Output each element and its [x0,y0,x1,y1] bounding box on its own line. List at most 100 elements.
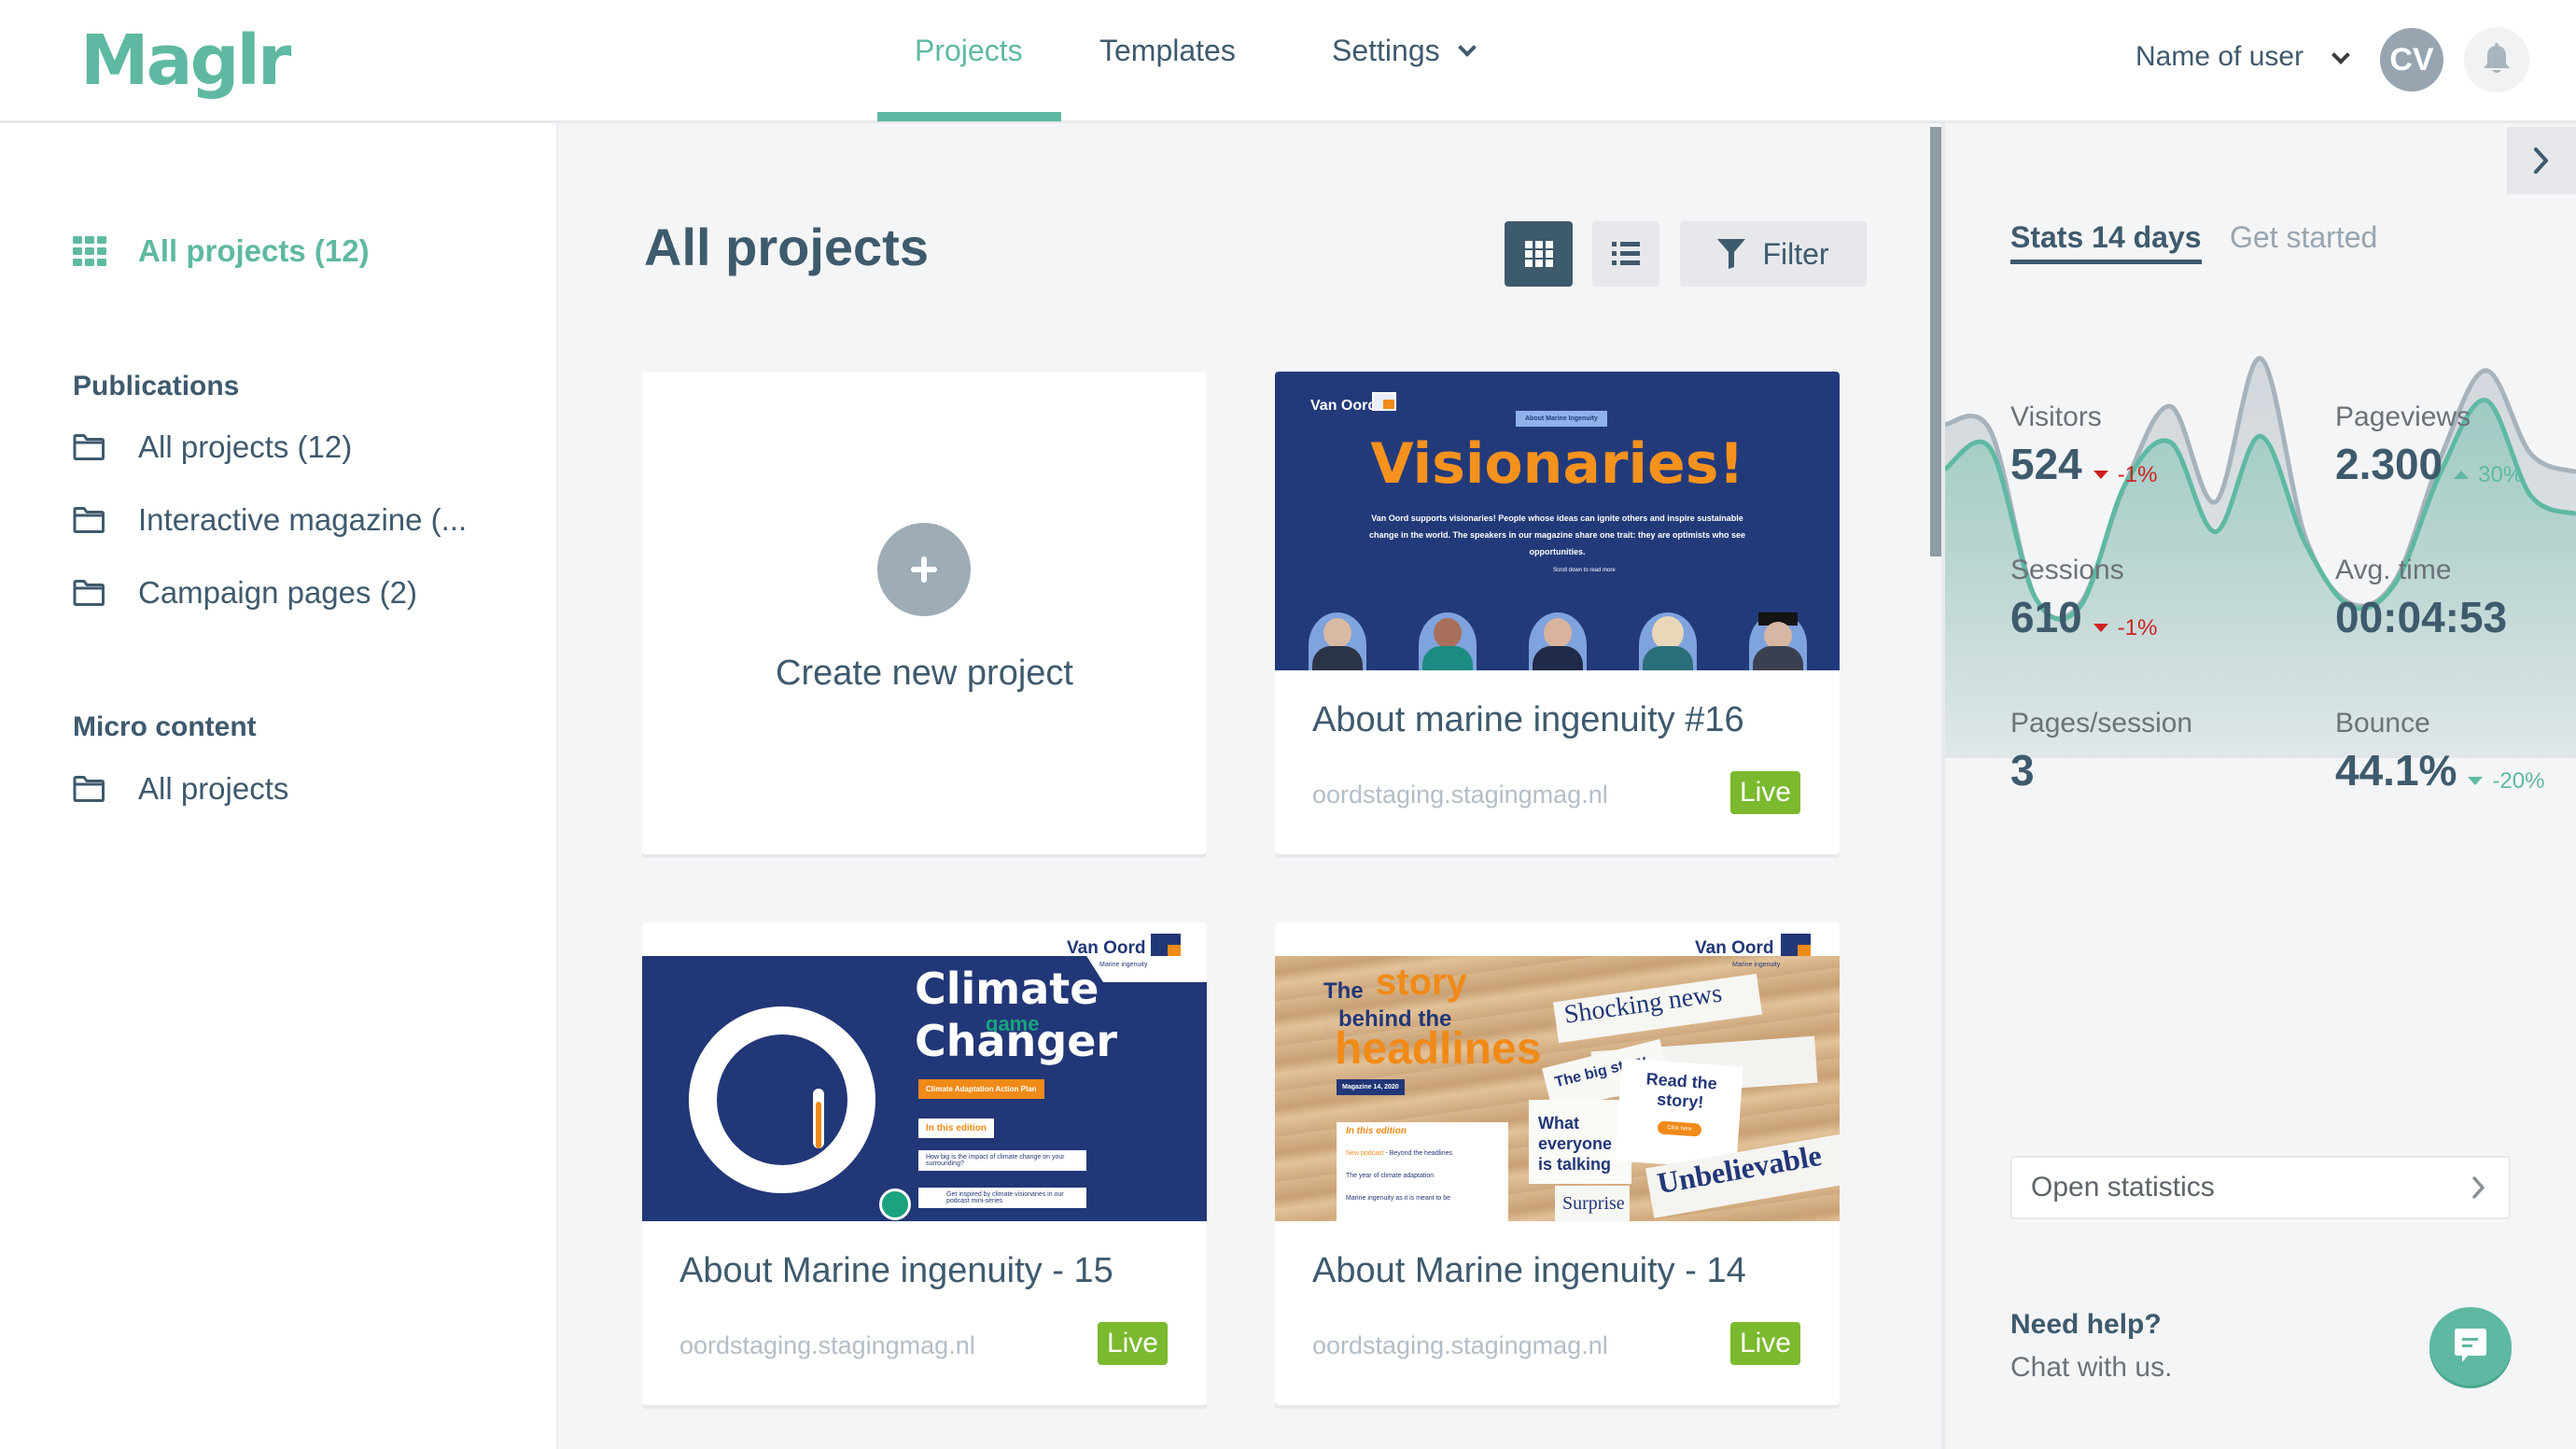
thumb-tag: Climate Adaptation Action Plan [918,1079,1044,1099]
notifications-button[interactable] [2464,27,2529,92]
stat-change: -1% [2093,461,2158,488]
project-card[interactable]: Van Oord Marine ingenuity The story behi… [1275,922,1840,1405]
stat-avg-time: Avg. time 00:04:53 [2335,555,2507,642]
thumb-headline: Visionaries! [1370,431,1744,497]
section-heading-micro-content: Micro content [73,711,257,742]
stat-change-value: 30% [2478,461,2524,487]
chart-point [2485,370,2486,372]
avatar[interactable]: CV [2380,28,2443,91]
project-title[interactable]: About Marine ingenuity - 15 [679,1251,1113,1291]
sidebar-item-all-projects[interactable]: All projects (12) [73,233,370,269]
speaker-photo [1529,612,1587,670]
project-url[interactable]: oordstaging.stagingmag.nl [1312,781,1608,809]
chart-point [1989,429,1991,431]
chart-point [2215,501,2217,503]
stat-value: 00:04:53 [2335,593,2508,641]
grid-view-button[interactable] [1505,221,1573,287]
chat-button[interactable] [2429,1307,2512,1386]
stat-value: 610 [2010,593,2082,641]
sidebar-item-publications-all[interactable]: All projects (12) [73,429,352,465]
stat-label: Pageviews [2335,401,2471,432]
nav-projects[interactable]: Projects [915,34,1023,68]
list-view-button[interactable] [1592,221,1659,287]
speaker-photo [1309,612,1366,670]
trend-down-icon [2468,777,2484,785]
open-statistics-label: Open statistics [2031,1172,2215,1203]
nav-settings[interactable]: Settings [1332,34,1477,68]
sidebar-item-campaign-pages[interactable]: Campaign pages (2) [73,575,417,611]
stats-chart [1945,356,2576,758]
project-thumbnail: Van Oord Marine ingenuity The story behi… [1275,922,1840,1221]
stat-sessions: Sessions 610 -1% [2010,555,2157,642]
stat-label: Sessions [2010,555,2124,585]
nav-templates[interactable]: Templates [1099,34,1236,68]
project-url[interactable]: oordstaging.stagingmag.nl [1312,1331,1608,1360]
status-badge: Live [1097,1322,1168,1365]
sidebar-item-label: All projects (12) [138,233,370,268]
stat-change-value: -1% [2117,614,2158,640]
filter-button[interactable]: Filter [1680,221,1867,287]
sidebar-item-micro-all[interactable]: All projects [73,771,288,807]
section-heading-publications: Publications [73,371,240,401]
stat-value: 44.1% [2335,746,2457,795]
thumb-item: The year of climate adaptation [1346,1173,1435,1179]
bell-icon [2484,43,2510,73]
nav-active-indicator [877,112,1061,121]
trend-up-icon [2454,471,2470,479]
folder-icon [73,507,110,533]
brand-logo: Van Oord [1067,938,1146,958]
stat-label: Visitors [2010,401,2102,432]
trend-down-icon [2093,624,2108,632]
open-statistics-button[interactable]: Open statistics [2010,1156,2511,1219]
stat-change: -20% [2468,768,2544,795]
folder-icon [73,434,110,460]
sidebar-item-interactive-magazine[interactable]: Interactive magazine (... [73,502,467,538]
chevron-right-icon [2472,1176,2485,1199]
thumb-section: In this edition [918,1118,994,1138]
nav-settings-label: Settings [1332,34,1440,67]
thumb-clipping: Read the story! [1645,1069,1718,1112]
brand-logo-icon [1781,934,1811,956]
thumb-headline: Climate [915,964,1099,1014]
project-title[interactable]: About marine ingenuity #16 [1312,700,1744,740]
sidebar-item-label: All projects (12) [138,429,353,464]
speaker-photo [1639,612,1697,670]
page-title: All projects [644,218,929,276]
grid-icon [73,236,110,266]
project-url[interactable]: oordstaging.stagingmag.nl [679,1331,975,1360]
trend-down-icon [2093,471,2108,479]
thumb-section: In this edition [1346,1126,1407,1136]
project-card[interactable]: Van Oord Marine ingenuity Climate game C… [642,922,1207,1405]
project-thumbnail: Van Oord About Marine Ingenuity Visionar… [1275,372,1840,670]
thumb-clipping: Surprise [1555,1186,1630,1221]
sidebar-item-label: Interactive magazine (... [138,502,468,537]
filter-icon [1717,239,1746,269]
project-card[interactable]: Van Oord About Marine Ingenuity Visionar… [1275,372,1840,854]
stat-pageviews: Pageviews 2.300 30% [2335,401,2523,489]
chart-point [1989,447,1991,449]
speaker-photo [1419,612,1477,670]
stat-label: Bounce [2335,708,2430,739]
speaker-photo [1749,612,1807,670]
stat-pages-per-session: Pages/session 3 [2010,708,2192,795]
stat-bounce: Bounce 44.1% -20% [2335,708,2544,795]
status-badge: Live [1729,771,1800,814]
stat-value: 524 [2010,440,2082,488]
plus-icon [877,523,971,616]
project-title[interactable]: About Marine ingenuity - 14 [1312,1251,1746,1291]
user-name[interactable]: Name of user [2135,41,2303,73]
tab-get-started[interactable]: Get started [2230,220,2377,255]
collapse-panel-button[interactable] [2507,127,2576,194]
thumb-item: Get inspired by climate visionaries in o… [918,1188,1086,1208]
brand-logo-icon [1151,934,1181,956]
climate-emblem [689,1006,875,1193]
main-scrollbar[interactable] [1930,127,1941,556]
sidebar-item-label: All projects [138,771,289,806]
tab-stats-14-days[interactable]: Stats 14 days [2010,220,2202,264]
chevron-down-icon[interactable] [2331,46,2350,64]
stat-change-value: -1% [2117,461,2158,487]
thumb-item: New podcast - Beyond the headlines [1346,1150,1452,1157]
brand-logo: Van Oord [1695,938,1774,958]
create-project-card[interactable]: Create new project [642,372,1207,854]
logo[interactable]: Maglr [80,21,291,101]
